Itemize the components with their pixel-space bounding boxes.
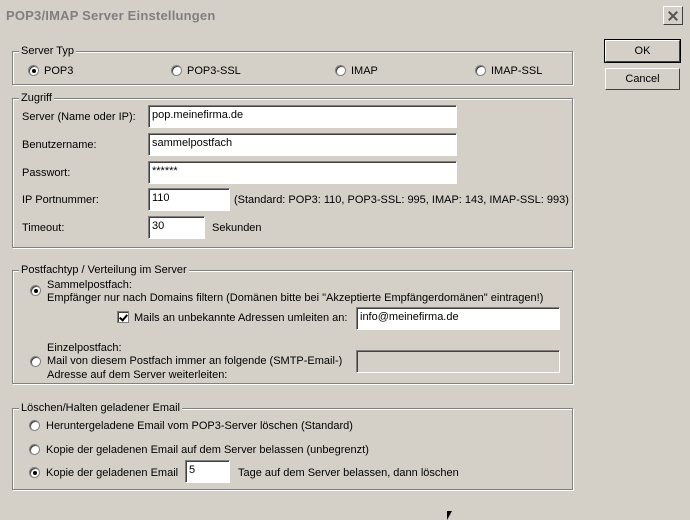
redirect-checkbox[interactable] [117,311,129,323]
cancel-button[interactable]: Cancel [605,68,680,90]
radio-keep-days[interactable] [29,467,40,478]
mailbox-legend: Postfachtyp / Verteilung im Server [19,264,189,277]
username-input[interactable]: sammelpostfach [148,133,457,156]
radio-pop3-label[interactable]: POP3 [44,65,73,78]
server-type-group: Server Typ [12,45,573,85]
port-input[interactable]: 110 [148,188,230,211]
close-icon[interactable] [663,6,683,25]
radio-keep-unlimited[interactable] [29,444,40,455]
redirect-input[interactable]: info@meinefirma.de [356,307,560,330]
password-label: Passwort: [22,167,71,179]
username-label: Benutzername: [22,139,97,151]
timeout-input[interactable]: 30 [148,216,205,239]
window-title: POP3/IMAP Server Einstellungen [6,8,216,23]
timeout-label: Timeout: [22,222,65,234]
ok-button[interactable]: OK [604,39,681,63]
server-label: Server (Name oder IP): [22,111,136,123]
radio-imap[interactable] [335,65,346,76]
einzelpostfach-desc-2: Adresse auf dem Server weiterleiten: [47,369,228,381]
forward-address-input[interactable] [356,350,560,373]
timeout-unit: Sekunden [212,222,262,234]
radio-pop3-ssl[interactable] [171,65,182,76]
einzelpostfach-desc-1: Mail von diesem Postfach immer an folgen… [47,355,343,367]
server-input[interactable]: pop.meinefirma.de [148,105,457,128]
radio-pop3-ssl-label[interactable]: POP3-SSL [187,65,241,78]
access-legend: Zugriff [19,92,54,105]
port-hint: (Standard: POP3: 110, POP3-SSL: 995, IMA… [234,194,569,206]
delete-downloaded-label[interactable]: Heruntergeladene Email vom POP3-Server l… [46,420,353,433]
keep-days-input[interactable]: 5 [185,460,230,483]
keep-unlimited-label[interactable]: Kopie der geladenen Email auf dem Server… [46,444,369,457]
delete-legend: Löschen/Halten geladener Email [19,402,182,415]
keep-days-suffix: Tage auf dem Server belassen, dann lösch… [238,467,459,479]
einzelpostfach-title[interactable]: Einzelpostfach: [47,342,122,355]
sammelpostfach-title[interactable]: Sammelpostfach: [47,279,132,292]
keep-days-prefix[interactable]: Kopie der geladenen Email [46,467,178,480]
radio-sammelpostfach[interactable] [30,285,41,296]
password-input[interactable]: ****** [148,161,457,184]
sammelpostfach-desc: Empfänger nur nach Domains filtern (Domä… [47,292,544,304]
radio-imap-ssl-label[interactable]: IMAP-SSL [491,65,542,78]
server-type-legend: Server Typ [19,45,76,58]
radio-delete-downloaded[interactable] [29,420,40,431]
title-bar: POP3/IMAP Server Einstellungen [0,0,690,32]
redirect-label[interactable]: Mails an unbekannte Adressen umleiten an… [134,312,347,325]
radio-imap-ssl[interactable] [475,65,486,76]
radio-imap-label[interactable]: IMAP [351,65,378,78]
port-label: IP Portnummer: [22,194,99,206]
radio-einzelpostfach[interactable] [30,356,41,367]
mouse-pointer-icon [447,511,452,520]
radio-pop3[interactable] [28,65,39,76]
